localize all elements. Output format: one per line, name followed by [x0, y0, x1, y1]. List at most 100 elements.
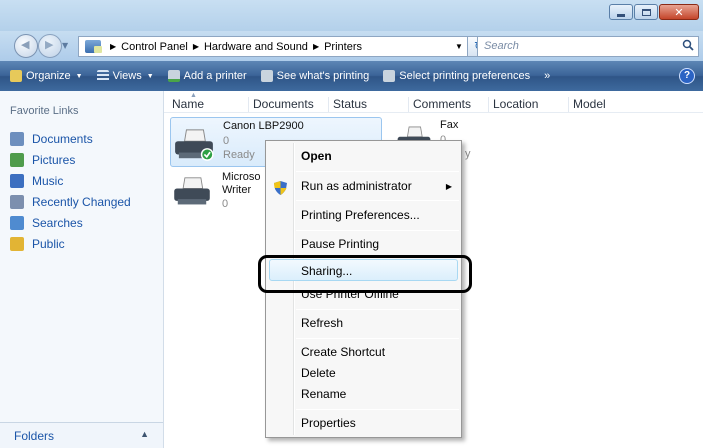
menu-item-refresh[interactable]: Refresh	[301, 316, 343, 330]
sidebar-item-recently-changed[interactable]: Recently Changed	[10, 191, 131, 212]
breadcrumb-separator-icon[interactable]: ▶	[193, 42, 199, 51]
more-chevron-icon: »	[544, 70, 551, 82]
organize-icon	[10, 70, 22, 82]
organize-label: Organize	[26, 70, 71, 82]
sidebar-item-label: Documents	[32, 131, 93, 146]
menu-item-properties[interactable]: Properties	[301, 416, 356, 430]
forward-button[interactable]: ▶	[38, 34, 62, 58]
printer-preferences-icon	[383, 70, 396, 82]
menu-item-printing-preferences[interactable]: Printing Preferences...	[301, 208, 420, 222]
minimize-button[interactable]	[609, 4, 633, 20]
search-input[interactable]: Search	[477, 36, 699, 57]
breadcrumb-printers[interactable]: Printers	[324, 41, 362, 53]
sidebar-item-label: Music	[32, 173, 64, 188]
select-preferences-button[interactable]: Select printing preferences	[383, 70, 530, 82]
printer-name: Canon LBP2900	[223, 120, 304, 132]
chevron-up-icon: ▲	[140, 429, 149, 439]
menu-separator	[296, 200, 459, 201]
maximize-icon	[641, 8, 651, 16]
menu-item-rename[interactable]: Rename	[301, 387, 346, 401]
menu-item-open[interactable]: Open	[301, 149, 332, 163]
menu-separator	[296, 409, 459, 410]
breadcrumb-hardware-and-sound[interactable]: Hardware and Sound	[204, 41, 308, 53]
more-commands-button[interactable]: »	[544, 70, 550, 82]
column-header-comments[interactable]: Comments	[408, 97, 471, 112]
see-printing-button[interactable]: See what's printing	[260, 70, 370, 82]
sidebar-item-music[interactable]: Music	[10, 170, 131, 191]
favorite-links-list: Documents Pictures Music Recently Change…	[10, 128, 131, 254]
see-printing-label: See what's printing	[276, 70, 370, 82]
views-button[interactable]: Views ▼	[96, 70, 154, 82]
sort-ascending-icon: ▲	[190, 92, 197, 99]
close-icon: ✕	[674, 5, 684, 19]
column-header-location[interactable]: Location	[488, 97, 538, 112]
folders-label: Folders	[14, 429, 55, 443]
column-header-name[interactable]: ▲ Name	[168, 92, 204, 112]
help-button[interactable]: ?	[679, 68, 695, 84]
breadcrumb-separator-icon[interactable]: ▶	[110, 42, 116, 51]
control-panel-icon	[85, 40, 102, 53]
close-button[interactable]: ✕	[659, 4, 699, 20]
back-button[interactable]: ◀	[14, 34, 38, 58]
sidebar-item-searches[interactable]: Searches	[10, 212, 131, 233]
printer-name-line2: Writer	[222, 184, 252, 196]
add-printer-label: Add a printer	[183, 70, 247, 82]
printer-status: y	[465, 148, 471, 160]
navigation-pane: Favorite Links Documents Pictures Music …	[0, 91, 164, 448]
menu-item-pause-printing[interactable]: Pause Printing	[301, 237, 379, 251]
address-bar[interactable]: ▶ Control Panel ▶ Hardware and Sound ▶ P…	[78, 36, 468, 57]
favorite-links-heading: Favorite Links	[10, 105, 79, 117]
chevron-down-icon: ▼	[75, 72, 83, 80]
organize-button[interactable]: Organize ▼	[10, 70, 83, 82]
sharing-callout-outline	[258, 255, 472, 293]
back-arrow-icon: ◀	[21, 38, 30, 51]
searches-icon	[10, 215, 24, 230]
submenu-arrow-icon: ▶	[445, 182, 452, 191]
breadcrumb-control-panel[interactable]: Control Panel	[121, 41, 188, 53]
column-header-documents[interactable]: Documents	[248, 97, 314, 112]
sidebar-item-label: Public	[32, 236, 65, 251]
add-printer-icon	[167, 70, 180, 82]
sidebar-item-public[interactable]: Public	[10, 233, 131, 254]
chevron-down-icon: ▼	[146, 72, 154, 80]
uac-shield-icon	[274, 181, 287, 195]
pictures-icon	[10, 152, 24, 167]
printer-item-microsoft-writer[interactable]: Microso Writer 0	[170, 170, 266, 216]
public-folder-icon	[10, 236, 24, 251]
menu-item-delete[interactable]: Delete	[301, 366, 336, 380]
recently-changed-icon	[10, 194, 24, 209]
views-label: Views	[112, 70, 142, 82]
column-headers: ▲ Name Documents Status Comments Locatio…	[164, 92, 703, 113]
folders-toggle[interactable]: Folders ▲	[0, 422, 163, 448]
breadcrumb-separator-icon[interactable]: ▶	[313, 42, 319, 51]
menu-item-create-shortcut[interactable]: Create Shortcut	[301, 345, 385, 359]
add-printer-button[interactable]: Add a printer	[167, 70, 247, 82]
forward-arrow-icon: ▶	[45, 38, 54, 51]
printer-icon	[174, 177, 210, 205]
views-icon	[96, 70, 109, 82]
menu-separator	[296, 171, 459, 172]
help-icon: ?	[683, 70, 691, 81]
menu-item-run-as-administrator[interactable]: Run as administrator	[301, 179, 412, 193]
printer-icon	[175, 129, 214, 161]
title-bar: ✕	[0, 0, 703, 32]
music-icon	[10, 173, 24, 188]
column-header-status[interactable]: Status	[328, 97, 367, 112]
menu-separator	[296, 309, 459, 310]
address-row: ◀ ▶ ▼ ▶ Control Panel ▶ Hardware and Sou…	[0, 31, 703, 61]
command-toolbar: Organize ▼ Views ▼ Add a printer See wha…	[0, 61, 703, 91]
sidebar-item-label: Recently Changed	[32, 194, 131, 209]
sidebar-item-pictures[interactable]: Pictures	[10, 149, 131, 170]
address-dropdown-icon[interactable]: ▼	[451, 42, 467, 51]
sidebar-item-label: Pictures	[32, 152, 76, 167]
printer-status: Ready	[223, 149, 255, 161]
printer-document-count: 0	[223, 135, 230, 147]
search-icon[interactable]	[682, 39, 694, 51]
printer-name: Fax	[440, 119, 459, 131]
sidebar-item-documents[interactable]: Documents	[10, 128, 131, 149]
search-placeholder: Search	[484, 40, 519, 52]
documents-icon	[10, 131, 24, 146]
maximize-button[interactable]	[634, 4, 658, 20]
history-dropdown-icon[interactable]: ▼	[62, 41, 68, 50]
column-header-model[interactable]: Model	[568, 97, 606, 112]
